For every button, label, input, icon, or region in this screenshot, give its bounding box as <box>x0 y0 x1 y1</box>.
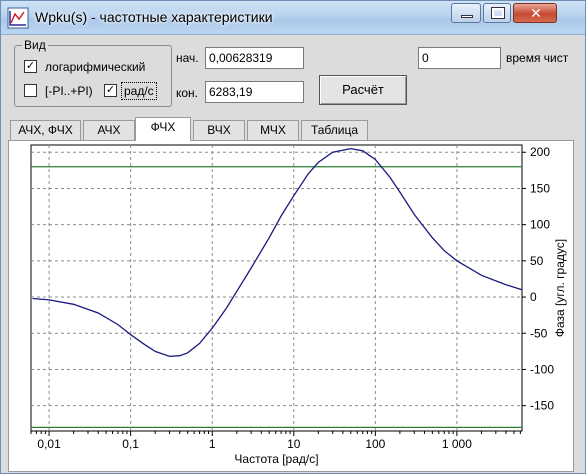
tab-table[interactable]: Таблица <box>301 120 368 140</box>
x-tick-label: 1 000 <box>442 437 472 451</box>
tab-magnitude-phase[interactable]: АЧХ, ФЧХ <box>10 120 81 140</box>
y-tick-label: 50 <box>530 254 544 268</box>
y-tick-label: 0 <box>530 290 537 304</box>
window-title: Wpku(s) - частотные характеристики <box>35 9 273 25</box>
rad-per-sec-checkbox[interactable]: ✓ <box>104 84 117 97</box>
x-tick-label: 10 <box>287 437 301 451</box>
maximize-icon <box>491 7 505 19</box>
minimize-icon <box>461 15 473 18</box>
end-freq-label: кон. <box>176 86 199 100</box>
calculate-button[interactable]: Расчёт <box>319 75 407 105</box>
close-button[interactable]: ✕ <box>513 3 557 23</box>
y-tick-label: 150 <box>530 181 550 195</box>
log-scale-label: логарифмический <box>45 60 146 74</box>
pi-range-checkbox[interactable] <box>24 84 37 97</box>
x-tick-label: 0,1 <box>122 437 139 451</box>
y-tick-label: -50 <box>530 326 548 340</box>
minimize-button[interactable] <box>451 3 481 23</box>
y-axis-label: Фаза [угл. градус] <box>553 239 567 337</box>
rad-per-sec-label: рад/с <box>121 82 157 100</box>
title-bar[interactable]: Wpku(s) - частотные характеристики ✕ <box>1 1 585 35</box>
x-tick-label: 100 <box>365 437 385 451</box>
tab-phase[interactable]: ФЧХ <box>135 117 191 141</box>
log-scale-checkbox[interactable]: ✓ <box>24 60 37 73</box>
phase-chart: 200 150 100 50 0 -50 -100 -150 0,01 0,1 1 10 100 1 00… <box>30 144 567 466</box>
phase-tab-panel: 200 150 100 50 0 -50 -100 -150 0,01 0,1 1 10 100 1 00… <box>8 140 574 472</box>
y-tick-label: 200 <box>530 145 550 159</box>
y-tick-label: -100 <box>530 362 554 376</box>
x-axis-label: Частота [рад/с] <box>234 452 318 466</box>
y-tick-label: -150 <box>530 399 554 413</box>
app-window: Wpku(s) - частотные характеристики ✕ Вид… <box>0 0 586 474</box>
tab-magnitude[interactable]: АЧХ <box>83 120 135 140</box>
tab-real-part[interactable]: ВЧХ <box>193 120 245 140</box>
end-freq-input[interactable]: 6283,19 <box>205 81 304 103</box>
tab-imag-part[interactable]: МЧХ <box>247 120 299 140</box>
pi-range-label: [-PI..+PI) <box>45 84 93 98</box>
view-group-title: Вид <box>22 38 48 52</box>
x-tick-label: 0,01 <box>37 437 61 451</box>
y-tick-label: 100 <box>530 218 550 232</box>
start-freq-label: нач. <box>176 51 199 65</box>
close-icon: ✕ <box>530 5 542 21</box>
plot-area <box>30 144 523 432</box>
time-input[interactable]: 0 <box>418 47 501 69</box>
maximize-button[interactable] <box>483 3 511 23</box>
graph-app-icon <box>7 7 29 29</box>
x-tick-label: 1 <box>209 437 216 451</box>
time-label: время чист <box>506 51 569 65</box>
start-freq-input[interactable]: 0,00628319 <box>205 47 304 69</box>
